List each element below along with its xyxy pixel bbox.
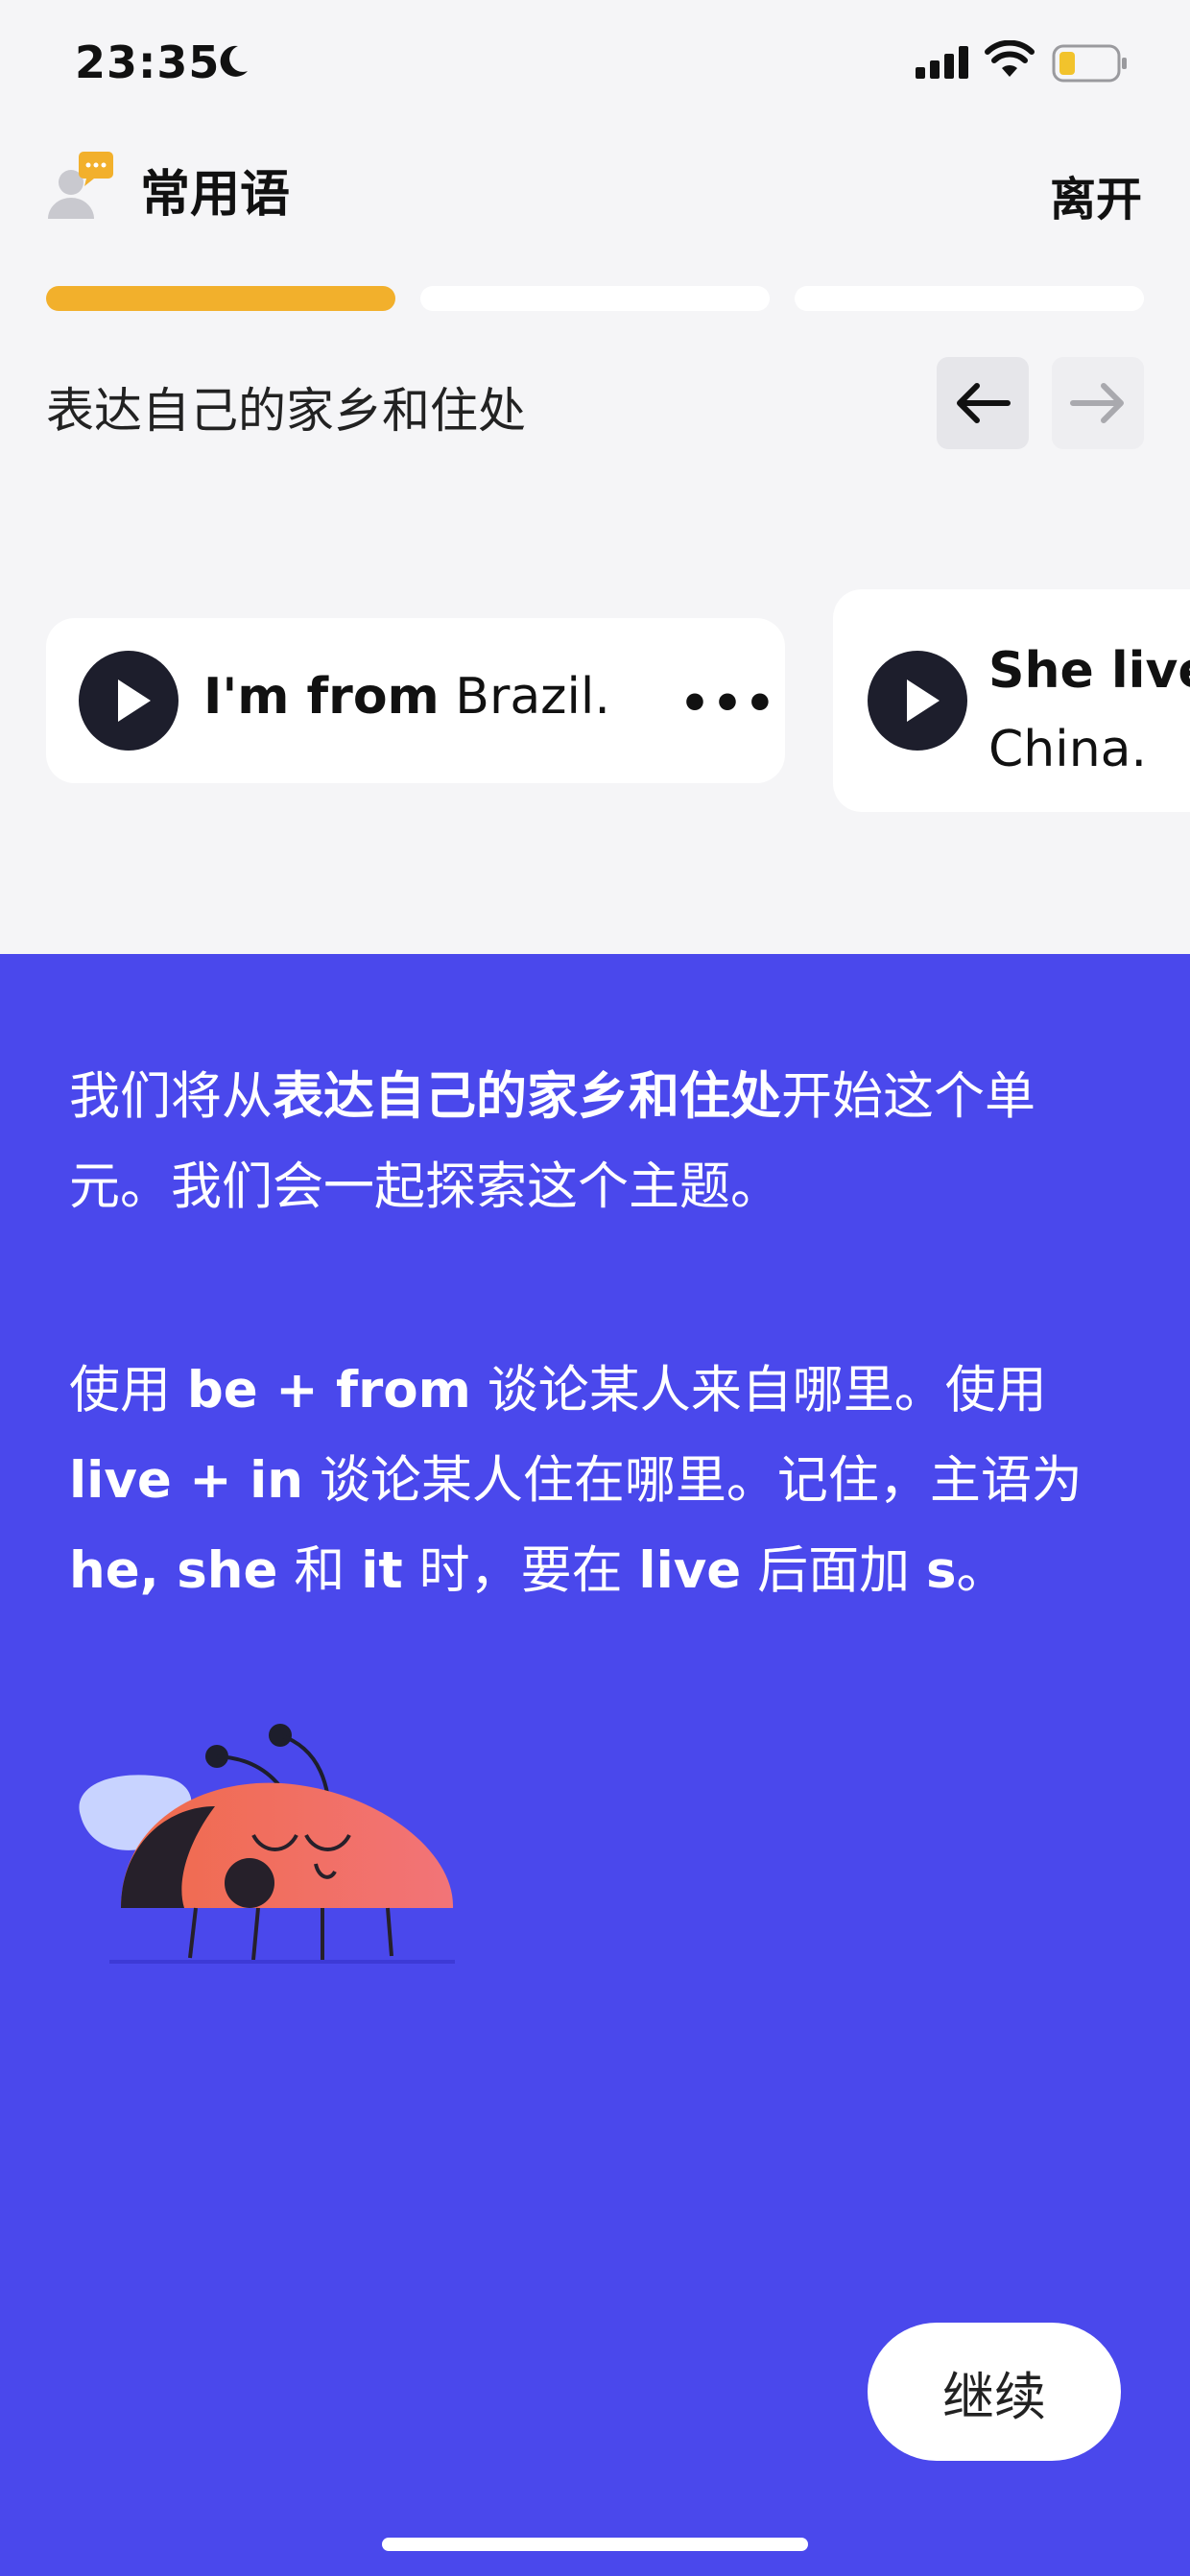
leave-button[interactable]: 离开 bbox=[1050, 161, 1142, 228]
phrase-bold-text: She lives bbox=[988, 642, 1190, 700]
grammar-paragraph: 使用 be + from 谈论某人来自哪里。使用 live + in 谈论某人住… bbox=[69, 1346, 1134, 1616]
arrow-right-icon bbox=[1070, 383, 1124, 423]
text-span: 和 bbox=[277, 1541, 362, 1600]
chat-user-icon bbox=[48, 152, 113, 219]
text-span: 使用 bbox=[69, 1361, 187, 1419]
play-icon[interactable] bbox=[868, 651, 967, 751]
phrase-plain-text: China. bbox=[988, 721, 1148, 778]
phrase-bold-text: I'm from bbox=[203, 668, 440, 726]
phrase-text: I'm from Brazil. bbox=[203, 668, 610, 726]
status-bar: 23:35 bbox=[0, 0, 1190, 125]
progress-segment bbox=[46, 286, 395, 311]
home-indicator bbox=[382, 2538, 808, 2551]
text-span-bold: he, she bbox=[69, 1541, 278, 1600]
wifi-icon bbox=[985, 40, 1035, 77]
arrow-left-icon bbox=[957, 383, 1011, 423]
battery-icon bbox=[1052, 44, 1127, 83]
phrase-text: She lives China. bbox=[988, 632, 1190, 789]
previous-button[interactable] bbox=[937, 357, 1029, 449]
text-span: 谈论某人住在哪里。记住，主语为 bbox=[303, 1451, 1083, 1510]
progress-segment bbox=[795, 286, 1144, 311]
more-icon[interactable]: ••• bbox=[679, 676, 777, 731]
page-title: 常用语 bbox=[140, 166, 291, 224]
text-span: 我们将从 bbox=[69, 1067, 273, 1126]
play-icon[interactable] bbox=[79, 651, 178, 751]
phrase-card[interactable]: She lives China. bbox=[833, 589, 1190, 812]
text-span-bold: 表达自己的家乡和住处 bbox=[273, 1067, 781, 1126]
signal-icon bbox=[916, 46, 968, 79]
text-span: 谈论某人来自哪里。使用 bbox=[470, 1361, 1047, 1419]
ladybug-illustration bbox=[79, 1724, 455, 1964]
progress-segment bbox=[420, 286, 770, 311]
text-span-bold: be + from bbox=[186, 1361, 471, 1419]
text-span-bold: live bbox=[638, 1541, 742, 1600]
next-button[interactable] bbox=[1052, 357, 1144, 449]
moon-icon bbox=[220, 45, 248, 77]
phrase-plain-text: Brazil. bbox=[455, 668, 610, 726]
text-span-bold: it bbox=[361, 1541, 403, 1600]
phrase-card[interactable]: I'm from Brazil. ••• bbox=[46, 618, 785, 783]
text-span: 时，要在 bbox=[402, 1541, 639, 1600]
text-span: 。 bbox=[956, 1541, 1008, 1600]
continue-button[interactable]: 继续 bbox=[868, 2323, 1121, 2461]
lesson-progress bbox=[46, 286, 1144, 311]
text-span-bold: s bbox=[925, 1541, 957, 1600]
text-span-bold: live + in bbox=[69, 1451, 304, 1510]
section-title: 表达自己的家乡和住处 bbox=[46, 383, 526, 439]
intro-paragraph: 我们将从表达自己的家乡和住处开始这个单元。我们会一起探索这个主题。 bbox=[69, 1052, 1134, 1232]
status-time: 23:35 bbox=[75, 36, 221, 88]
text-span: 后面加 bbox=[741, 1541, 926, 1600]
